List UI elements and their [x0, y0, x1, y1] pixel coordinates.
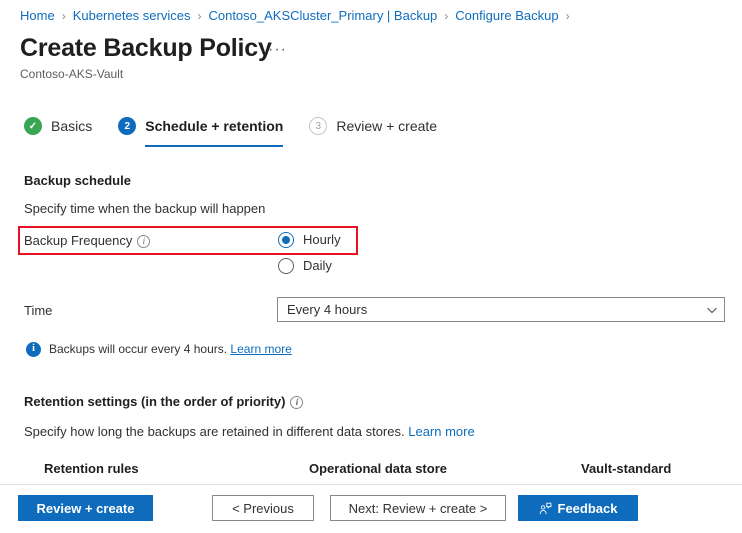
feedback-button-label: Feedback	[557, 500, 618, 516]
backup-info-message-text: Backups will occur every 4 hours. Learn …	[49, 341, 292, 357]
breadcrumb-separator-icon: ›	[565, 9, 570, 23]
tab-review-create[interactable]: 3 Review + create	[309, 112, 437, 140]
wizard-footer: Review + create < Previous Next: Review …	[0, 484, 742, 533]
backup-info-message-body: Backups will occur every 4 hours.	[49, 342, 228, 356]
review-create-button[interactable]: Review + create	[18, 495, 153, 521]
breadcrumb-item-kubernetes-services[interactable]: Kubernetes services	[73, 7, 191, 25]
breadcrumb: Home › Kubernetes services › Contoso_AKS…	[20, 7, 577, 25]
retention-settings-description-text: Specify how long the backups are retaine…	[24, 424, 405, 439]
feedback-person-icon	[539, 502, 552, 515]
info-icon[interactable]: i	[290, 396, 304, 410]
breadcrumb-item-cluster-backup[interactable]: Contoso_AKSCluster_Primary | Backup	[208, 7, 437, 25]
backup-frequency-label-text: Backup Frequency	[24, 233, 133, 248]
tab-review-create-label: Review + create	[336, 118, 438, 134]
radio-button-icon	[278, 258, 294, 274]
retention-settings-heading: Retention settings (in the order of prio…	[24, 393, 304, 411]
tab-schedule-retention[interactable]: 2 Schedule + retention	[118, 112, 284, 147]
column-header-operational-data-store: Operational data store	[309, 461, 447, 476]
feedback-button[interactable]: Feedback	[518, 495, 638, 521]
tab-schedule-retention-label: Schedule + retention	[145, 118, 284, 134]
next-review-create-button[interactable]: Next: Review + create >	[330, 495, 506, 521]
radio-backup-frequency-hourly[interactable]: Hourly	[278, 231, 341, 249]
breadcrumb-separator-icon: ›	[444, 9, 449, 23]
breadcrumb-separator-icon: ›	[197, 9, 202, 23]
backup-info-message: i Backups will occur every 4 hours. Lear…	[26, 341, 292, 357]
page-subtitle: Contoso-AKS-Vault	[20, 67, 124, 81]
wizard-steps: ✓ Basics 2 Schedule + retention 3 Review…	[24, 112, 463, 148]
learn-more-link[interactable]: Learn more	[230, 342, 291, 356]
more-options-button[interactable]: ···	[268, 42, 287, 58]
chevron-down-icon	[700, 304, 724, 316]
tab-basics-label: Basics	[51, 118, 93, 134]
previous-button[interactable]: < Previous	[212, 495, 314, 521]
radio-hourly-label: Hourly	[303, 232, 341, 247]
tab-basics[interactable]: ✓ Basics	[24, 112, 92, 140]
backup-schedule-description: Specify time when the backup will happen	[24, 201, 266, 216]
column-header-vault-standard: Vault-standard	[581, 461, 672, 476]
backup-frequency-label: Backup Frequency i	[24, 232, 151, 250]
time-label: Time	[24, 303, 53, 318]
breadcrumb-separator-icon: ›	[61, 9, 66, 23]
time-dropdown[interactable]: Every 4 hours	[277, 297, 725, 322]
check-icon: ✓	[24, 117, 42, 135]
backup-schedule-heading: Backup schedule	[24, 173, 131, 188]
info-icon[interactable]: i	[137, 235, 151, 249]
radio-button-icon	[278, 232, 294, 248]
breadcrumb-item-configure-backup[interactable]: Configure Backup	[455, 7, 558, 25]
retention-settings-heading-text: Retention settings (in the order of prio…	[24, 394, 286, 409]
learn-more-link[interactable]: Learn more	[408, 424, 474, 439]
retention-settings-description: Specify how long the backups are retaine…	[24, 423, 475, 441]
info-filled-icon: i	[26, 341, 41, 357]
retention-table-header: Retention rules Operational data store V…	[0, 460, 742, 484]
step-number-3-icon: 3	[309, 117, 328, 135]
radio-backup-frequency-daily[interactable]: Daily	[278, 257, 332, 275]
radio-daily-label: Daily	[303, 258, 332, 273]
active-tab-underline	[145, 145, 284, 147]
page-title: Create Backup Policy	[20, 34, 272, 62]
column-header-retention-rules: Retention rules	[44, 461, 139, 476]
step-number-2-icon: 2	[118, 117, 137, 135]
time-dropdown-value: Every 4 hours	[287, 301, 368, 317]
breadcrumb-item-home[interactable]: Home	[20, 7, 55, 25]
